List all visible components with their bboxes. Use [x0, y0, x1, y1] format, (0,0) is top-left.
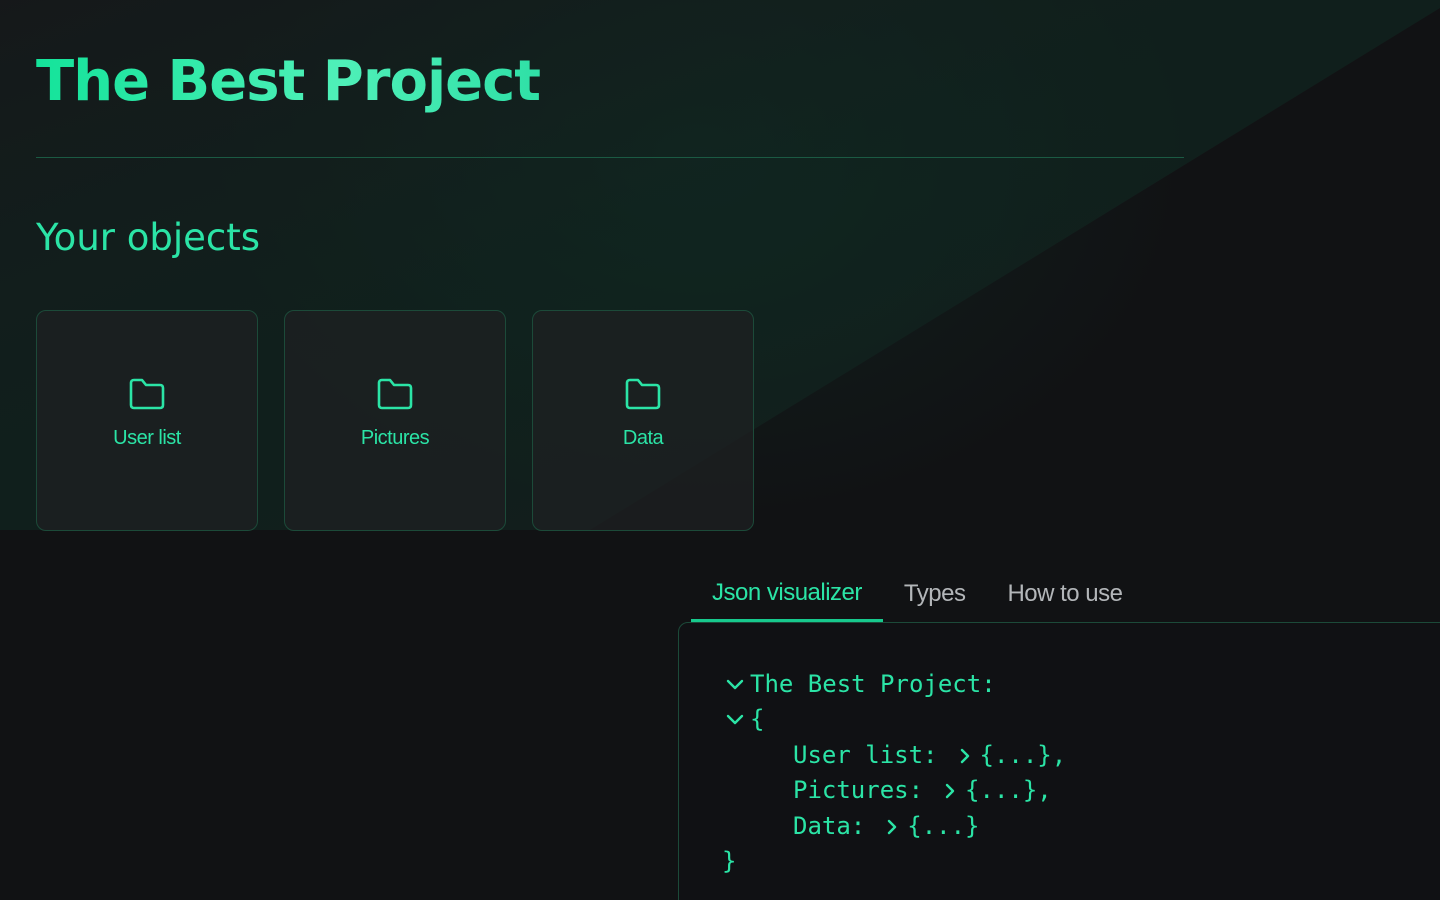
- object-card-label: Data: [622, 427, 664, 449]
- json-close-brace-line: }: [722, 844, 1066, 880]
- chevron-down-icon[interactable]: [722, 709, 750, 729]
- json-entry-value[interactable]: {...},: [965, 776, 1052, 804]
- json-open-brace: {: [750, 705, 765, 734]
- json-root-label: The Best Project:: [750, 669, 996, 698]
- json-open-brace-line[interactable]: {: [722, 702, 1066, 738]
- json-entry-value[interactable]: {...},: [980, 741, 1067, 769]
- json-entry-value[interactable]: {...}: [907, 812, 979, 840]
- object-card-data[interactable]: Data: [532, 310, 754, 531]
- chevron-right-icon[interactable]: [952, 745, 980, 765]
- object-cards: User list Pictures Data: [36, 310, 754, 531]
- json-entry-key: User list:: [793, 740, 938, 769]
- header-divider: [36, 157, 1184, 158]
- tab-bar: Json visualizer Types How to use: [691, 566, 1144, 622]
- folder-icon: [625, 378, 661, 410]
- folder-icon: [377, 378, 413, 410]
- tab-how-to-use[interactable]: How to use: [986, 566, 1143, 622]
- json-root-line[interactable]: The Best Project:: [722, 666, 1066, 702]
- json-tree: The Best Project: { User list: {...}, Pi…: [722, 666, 1066, 879]
- tab-types[interactable]: Types: [883, 566, 987, 622]
- json-entry-user-list: User list: {...},: [722, 737, 1066, 773]
- object-card-label: User list: [113, 427, 181, 449]
- json-entry-key: Pictures:: [793, 776, 924, 805]
- chevron-down-icon[interactable]: [722, 674, 750, 694]
- object-card-pictures[interactable]: Pictures: [284, 310, 506, 531]
- json-close-brace: }: [722, 847, 737, 876]
- section-title-your-objects: Your objects: [36, 216, 261, 259]
- folder-icon: [129, 378, 165, 410]
- chevron-right-icon[interactable]: [879, 816, 907, 836]
- object-card-user-list[interactable]: User list: [36, 310, 258, 531]
- page-title: The Best Project: [36, 49, 541, 114]
- object-card-label: Pictures: [360, 427, 430, 449]
- json-entry-data: Data: {...}: [722, 808, 1066, 844]
- tab-json-visualizer[interactable]: Json visualizer: [691, 566, 883, 622]
- json-entry-key: Data:: [793, 811, 866, 840]
- app-page: The Best Project Your objects User list …: [0, 0, 1440, 900]
- json-entry-pictures: Pictures: {...},: [722, 773, 1066, 809]
- chevron-right-icon[interactable]: [937, 780, 965, 800]
